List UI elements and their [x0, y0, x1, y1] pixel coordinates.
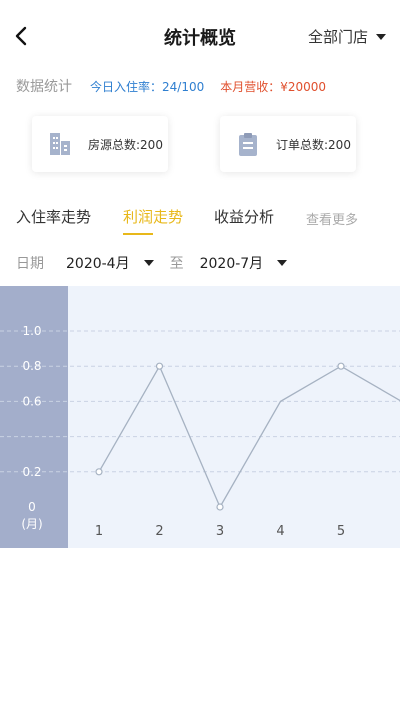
- back-button[interactable]: [10, 24, 34, 48]
- chevron-left-icon: [15, 26, 27, 46]
- x-tick-label: 4: [276, 524, 284, 539]
- start-date-value: 2020-4月: [66, 256, 130, 272]
- trend-tabs: 入住率走势 利润走势 收益分析 查看更多: [16, 206, 400, 238]
- revenue-label: 本月营收：: [220, 79, 281, 94]
- y-tick-label: 1.0: [22, 324, 41, 338]
- stats-summary: 数据统计 今日入住率：24/100 本月营收：¥20000: [16, 76, 390, 96]
- x-tick-label: 1: [95, 524, 103, 539]
- end-date-value: 2020-7月: [199, 256, 264, 272]
- occupancy-label: 今日入住率：: [90, 79, 163, 94]
- x-tick-label: 5: [337, 524, 345, 539]
- data-point: [337, 362, 345, 370]
- profit-chart: 0 0.2 0.6 0.8 1.0 (月) 1 2 3 4 5: [0, 286, 400, 548]
- listings-count: 房源总数:200: [88, 137, 163, 152]
- occupancy-stat: 今日入住率：24/100: [90, 78, 204, 95]
- y-tick-label: 0.2: [22, 465, 41, 479]
- caret-down-icon: [277, 260, 288, 266]
- view-more-link[interactable]: 查看更多: [306, 209, 358, 228]
- y-tick-label: 0.8: [22, 359, 41, 373]
- data-point: [216, 503, 224, 511]
- end-date-select[interactable]: 2020-7月: [200, 253, 288, 273]
- date-label: 日期: [16, 256, 44, 272]
- data-point: [155, 362, 164, 370]
- occupancy-value: 24/100: [162, 79, 205, 94]
- date-filter: 日期 2020-4月 至 2020-7月: [16, 252, 400, 274]
- building-icon: [46, 130, 74, 158]
- y-unit-label: (月): [21, 517, 42, 531]
- caret-down-icon: [376, 33, 386, 40]
- tab-occupancy-trend[interactable]: 入住率走势: [16, 206, 91, 227]
- orders-count: 订单总数:200: [276, 137, 351, 152]
- tab-profit-trend[interactable]: 利润走势: [123, 206, 183, 227]
- stats-label: 数据统计: [16, 79, 72, 95]
- active-tab-indicator: [123, 233, 153, 235]
- orders-card[interactable]: 订单总数:200: [220, 116, 356, 172]
- clipboard-icon: [234, 130, 262, 158]
- header-bar: 统计概览 全部门店: [0, 0, 400, 72]
- x-tick-label: 2: [155, 524, 163, 539]
- listings-card[interactable]: 房源总数:200: [32, 116, 168, 172]
- start-date-select[interactable]: 2020-4月: [66, 253, 154, 273]
- store-select-label: 全部门店: [307, 28, 368, 46]
- tab-revenue-analysis[interactable]: 收益分析: [214, 206, 274, 227]
- plot-area: [68, 286, 400, 548]
- data-point: [95, 468, 103, 476]
- x-tick-label: 3: [216, 524, 224, 539]
- revenue-stat: 本月营收：¥20000: [220, 78, 326, 95]
- date-range-separator: 至: [169, 256, 184, 272]
- y-tick-label: 0: [28, 500, 36, 514]
- store-select[interactable]: 全部门店: [308, 26, 386, 47]
- profit-line-chart: 0 0.2 0.6 0.8 1.0 (月) 1 2 3 4 5: [0, 286, 400, 548]
- y-tick-label: 0.6: [22, 394, 41, 408]
- caret-down-icon: [143, 260, 154, 266]
- revenue-value: ¥20000: [280, 79, 327, 94]
